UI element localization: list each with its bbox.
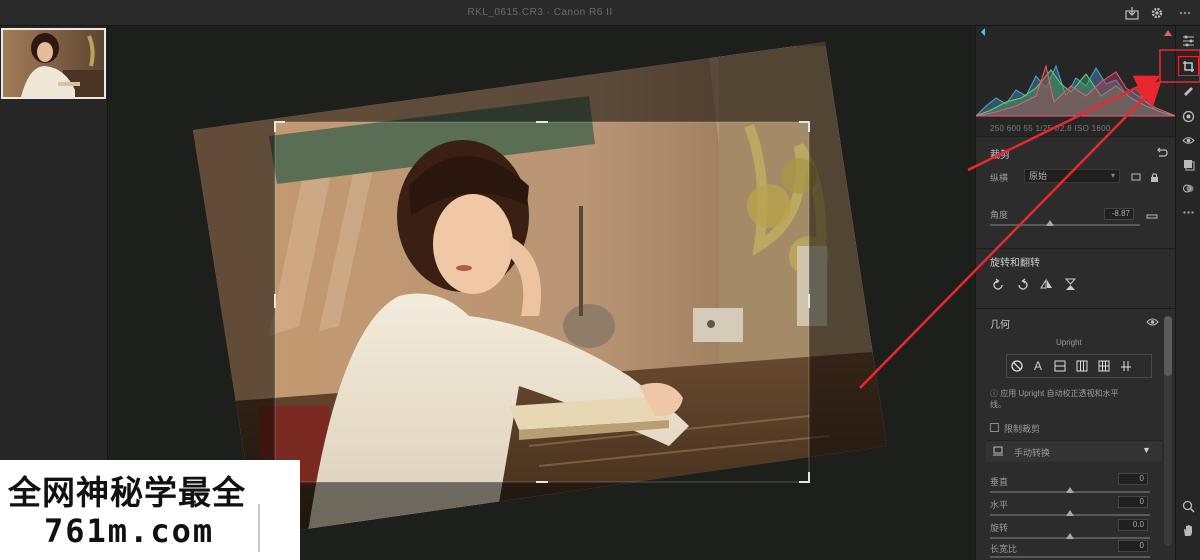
highlight-box — [1159, 49, 1200, 83]
watermark-divider — [258, 504, 260, 552]
annotation-arrow-2 — [859, 80, 1162, 389]
watermark-line1: 全网神秘学最全 — [8, 473, 246, 512]
annotation-arrow-1 — [967, 75, 1161, 172]
watermark: 全网神秘学最全 761m.com — [0, 460, 300, 560]
watermark-url: 761m.com — [44, 512, 215, 550]
